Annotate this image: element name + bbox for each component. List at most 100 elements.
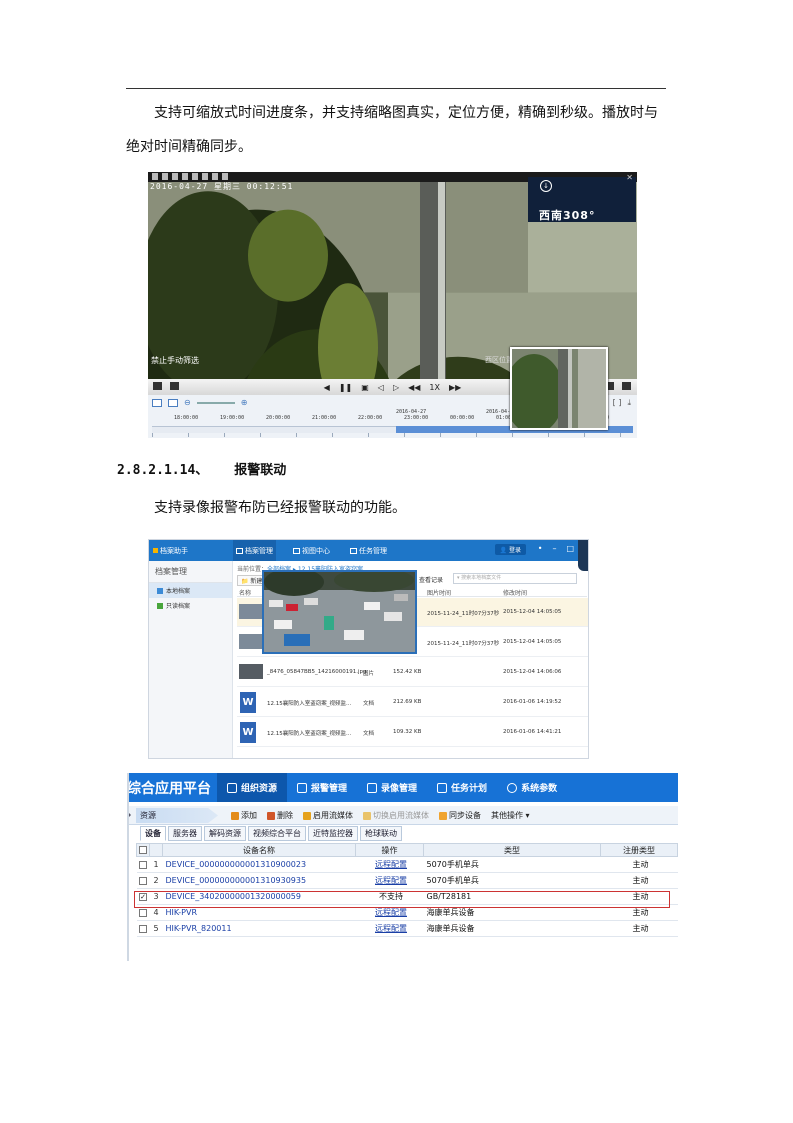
select-all-checkbox[interactable] xyxy=(136,843,150,857)
view-log-link[interactable]: 查看记录 xyxy=(419,575,443,584)
delete-button[interactable]: 删除 xyxy=(267,810,293,821)
subtab-ptz-link[interactable]: 枪球联动 xyxy=(360,826,402,841)
task-icon xyxy=(350,547,357,554)
camera-icon[interactable] xyxy=(153,382,162,390)
menu-dot-icon[interactable]: • xyxy=(538,544,543,553)
sync-device-button[interactable]: 同步设备 xyxy=(439,810,481,821)
tab-task-plan[interactable]: 任务计划 xyxy=(427,773,497,802)
operation-link[interactable]: 远程配置 xyxy=(355,872,424,889)
minimize-icon[interactable]: – xyxy=(552,544,556,553)
plus-icon xyxy=(231,811,239,820)
image-thumbnail xyxy=(239,604,263,619)
rewind-icon[interactable] xyxy=(182,173,188,180)
pause-button-icon[interactable]: ❚❚ xyxy=(339,383,352,392)
timeline-label: 23:00:00 xyxy=(404,415,429,421)
sidebar-item-readonly[interactable]: 只读档案 xyxy=(149,598,232,613)
subtab-decode[interactable]: 解码资源 xyxy=(204,826,246,841)
fast-forward-icon[interactable]: ▶▶ xyxy=(449,383,461,392)
step-icon[interactable]: ▷ xyxy=(393,383,399,392)
archive-sidebar: 档案管理 本地档案 只读档案 xyxy=(149,561,233,758)
operation-link[interactable]: 远程配置 xyxy=(355,856,424,873)
zoom-out-icon[interactable]: ⊖ xyxy=(184,398,191,407)
settings-icon[interactable] xyxy=(192,173,198,180)
download-icon[interactable]: ↓ xyxy=(540,180,552,192)
archive-top-bar: 档案助手 档案管理 视图中心 任务管理 👤 登录 • – □ xyxy=(149,540,588,571)
table-row[interactable]: W 12.15襄阳防入室盗窃案_视频监... 文档 109.32 KB 2016… xyxy=(237,718,588,747)
stop-icon[interactable]: ◀ xyxy=(324,383,330,392)
device-name[interactable]: DEVICE_000000000001310900023 xyxy=(162,856,356,873)
folder-icon xyxy=(157,587,163,594)
clip-icon[interactable]: [ ] xyxy=(613,398,622,408)
row-checkbox[interactable] xyxy=(136,872,150,889)
image-preview-popup xyxy=(262,570,417,654)
table-row[interactable]: W 12.15襄阳防入室盗窃案_视频监... 文档 212.69 KB 2016… xyxy=(237,688,588,717)
expand-icon[interactable] xyxy=(152,398,162,407)
selected-row-highlight xyxy=(134,891,670,908)
snapshot-icon[interactable] xyxy=(162,173,168,180)
tab-system-params[interactable]: 系统参数 xyxy=(497,773,567,802)
subtab-monitor[interactable]: 近特监控器 xyxy=(308,826,358,841)
device-name[interactable]: HIK-PVR_820011 xyxy=(162,920,356,937)
sidebar-item-local[interactable]: 本地档案 xyxy=(149,583,232,598)
table-row[interactable]: 1 DEVICE_000000000001310900023 远程配置 5070手机单… xyxy=(136,856,678,873)
tab-recording-management[interactable]: 录像管理 xyxy=(357,773,427,802)
paragraph-alarm: 支持录像报警布防已经报警联动的功能。 xyxy=(154,500,406,516)
tab-org-resources[interactable]: 组织资源 xyxy=(217,773,288,802)
table-row[interactable]: 5 HIK-PVR_820011 远程配置 海康单兵设备 主动 xyxy=(136,920,678,937)
platform-title: 综合应用平台 xyxy=(127,780,211,797)
row-checkbox[interactable] xyxy=(136,856,150,873)
enable-stream-button[interactable]: 启用流媒体 xyxy=(303,810,353,821)
timeline-label: 21:00:00 xyxy=(312,415,337,421)
column-device-name: 设备名称 xyxy=(162,843,356,857)
slow-icon[interactable]: ◁ xyxy=(378,383,384,392)
fullscreen-icon[interactable] xyxy=(622,382,631,390)
resource-label: 资源 xyxy=(136,808,218,823)
registration-type: 主动 xyxy=(600,872,678,889)
tab-alarm-management[interactable]: 报警管理 xyxy=(287,773,357,802)
subtab-servers[interactable]: 服务器 xyxy=(168,826,202,841)
frame-icon[interactable]: ▣ xyxy=(361,383,369,392)
subtab-video-platform[interactable]: 视频综合平台 xyxy=(248,826,306,841)
zoom-in-icon[interactable]: ⊕ xyxy=(241,398,248,407)
table-row[interactable]: _8476_05847BB5_14216000191.jpg 图片 152.42… xyxy=(237,658,588,687)
film-icon[interactable] xyxy=(170,382,179,390)
fast-rewind-icon[interactable]: ◀◀ xyxy=(408,383,420,392)
sidebar-title: 档案管理 xyxy=(149,561,232,583)
login-button[interactable]: 👤 登录 xyxy=(494,544,526,555)
video-player-screenshot: 2016-04-27 星期三 00:12:51 ↓ 西南308° ✕ 禁止手动筛… xyxy=(148,172,637,438)
image-thumbnail xyxy=(239,634,263,649)
nav-view-center[interactable]: 视图中心 xyxy=(290,540,333,561)
zoom-slider[interactable] xyxy=(196,401,235,404)
split-icon[interactable] xyxy=(168,398,178,407)
add-button[interactable]: 添加 xyxy=(231,810,257,821)
search-input[interactable]: ▾ 搜索本地档案文件 xyxy=(453,573,577,584)
platform-top-bar: 综合应用平台 组织资源 报警管理 录像管理 任务计划 系统参数 xyxy=(127,773,678,802)
osd-timestamp: 2016-04-27 星期三 00:12:51 xyxy=(150,182,294,191)
nav-archive-management[interactable]: 档案管理 xyxy=(233,540,276,561)
column-type: 类型 xyxy=(423,843,601,857)
other-actions-dropdown[interactable]: 其他操作 ▾ xyxy=(491,810,530,821)
device-subtabs: 设备 服务器 解码资源 视频综合平台 近特监控器 枪球联动 xyxy=(140,826,402,841)
delete-icon xyxy=(267,811,275,820)
zoom-icon[interactable] xyxy=(172,173,178,180)
switch-stream-button[interactable]: 切换启用流媒体 xyxy=(363,810,429,821)
subtab-devices[interactable]: 设备 xyxy=(140,826,166,841)
platform-toolbar: 资源 添加 删除 启用流媒体 切换启用流媒体 同步设备 其他操作 ▾ xyxy=(127,806,678,825)
operation-link[interactable]: 远程配置 xyxy=(355,920,424,937)
nav-task-management[interactable]: 任务管理 xyxy=(347,540,390,561)
volume-icon[interactable] xyxy=(222,173,228,180)
pause-icon[interactable] xyxy=(212,173,218,180)
table-row[interactable]: 2 DEVICE_000000000001310930935 远程配置 5070手机单… xyxy=(136,872,678,889)
close-icon[interactable]: ✕ xyxy=(626,173,633,182)
cursor-icon[interactable] xyxy=(202,173,208,180)
paragraph-timeline: 支持可缩放式时间进度条，并支持缩略图真实，定位方便，精确到秒级。播放时与绝对时间… xyxy=(126,105,658,155)
maximize-icon[interactable]: □ xyxy=(566,544,574,553)
timeline-label: 18:00:00 xyxy=(174,415,199,421)
export-icon[interactable]: ⤓ xyxy=(627,398,631,408)
column-operation: 操作 xyxy=(355,843,424,857)
calendar-icon xyxy=(437,782,448,793)
row-number: 1 xyxy=(149,856,163,873)
device-name[interactable]: DEVICE_000000000001310930935 xyxy=(162,872,356,889)
row-checkbox[interactable] xyxy=(136,920,150,937)
record-icon[interactable] xyxy=(152,173,158,180)
